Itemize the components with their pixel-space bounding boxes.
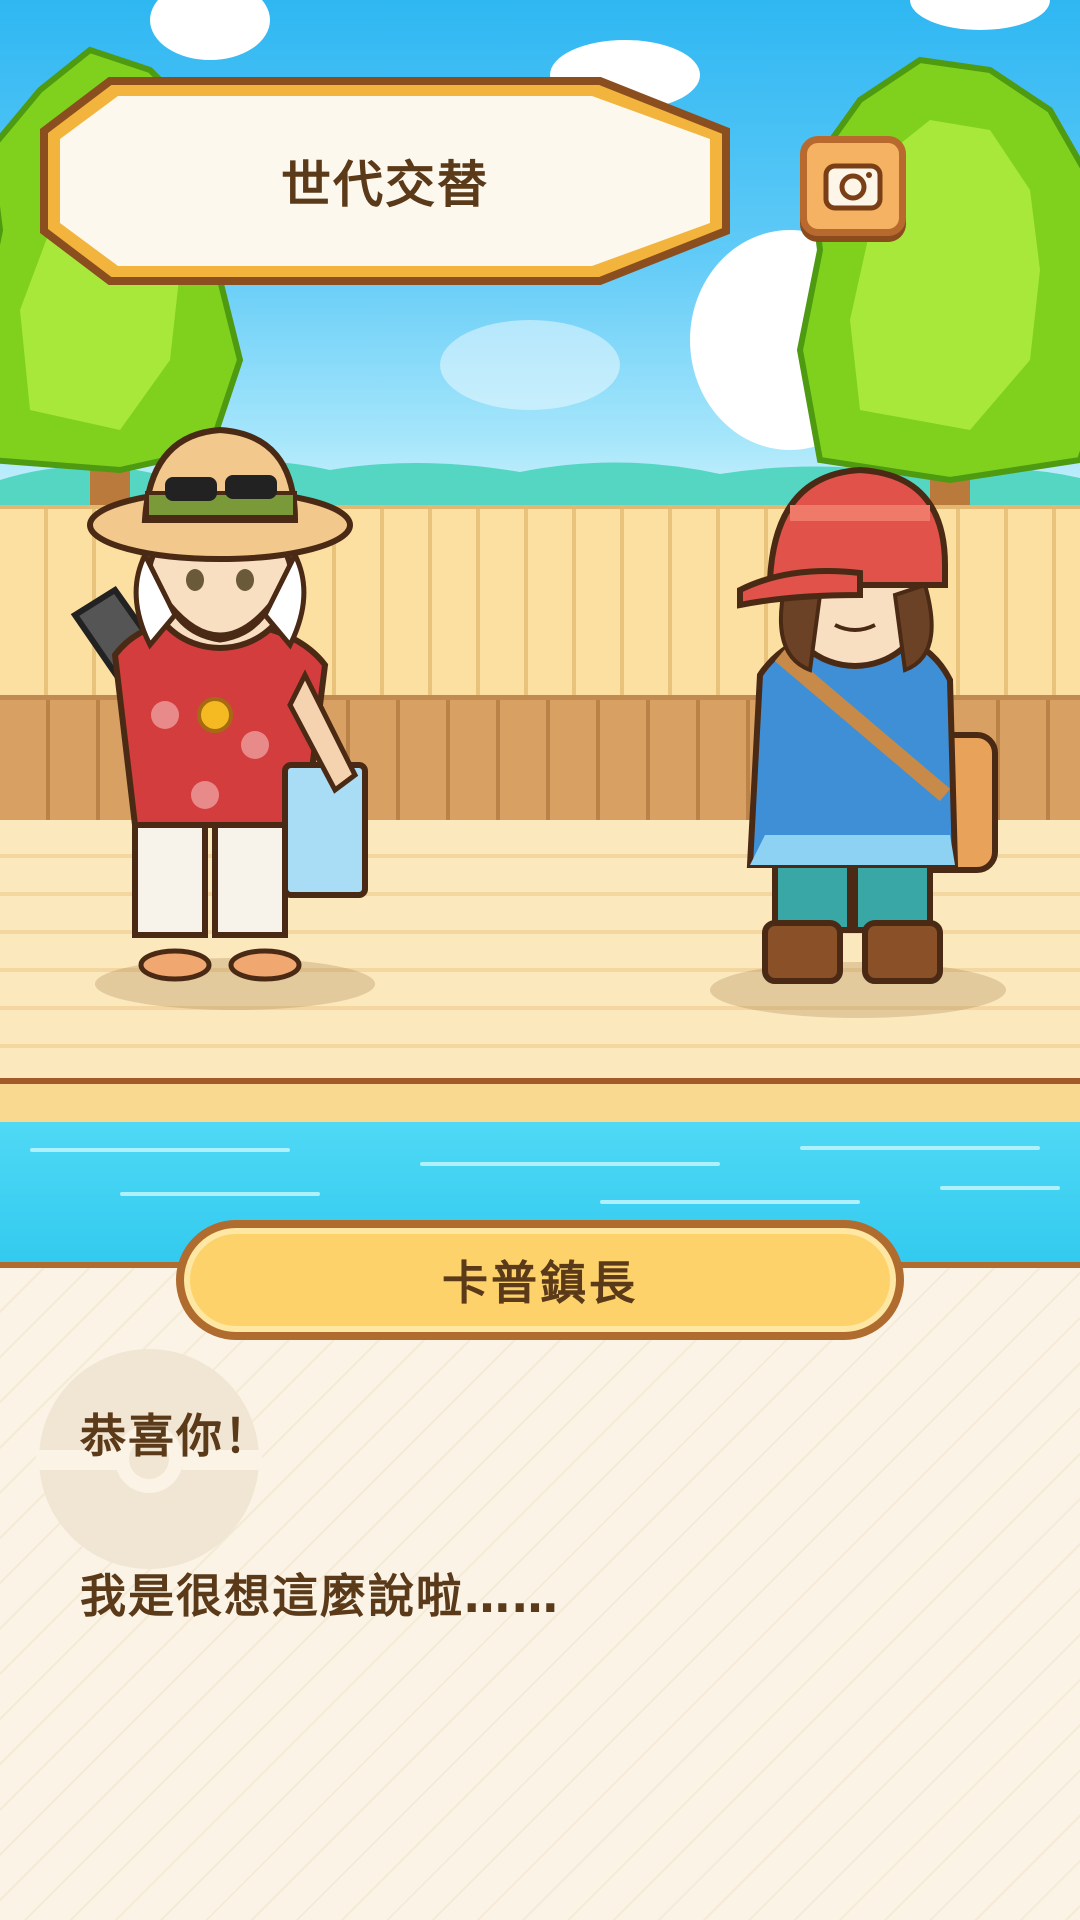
speaker-name-plate: 卡普鎮長 <box>176 1220 904 1340</box>
kahuna-character <box>70 426 368 982</box>
episode-title: 世代交替 <box>281 156 489 214</box>
camera-button[interactable] <box>800 136 906 236</box>
tree-right <box>796 56 1080 510</box>
cloud <box>910 0 1050 30</box>
player-character <box>737 466 998 984</box>
camera-icon <box>823 163 883 211</box>
dialog-line: 我是很想這麼說啦…… <box>80 1569 560 1623</box>
dialog-line: 恭喜你！ <box>80 1409 272 1463</box>
cloud <box>440 320 620 410</box>
deck-edge <box>0 1078 1080 1122</box>
